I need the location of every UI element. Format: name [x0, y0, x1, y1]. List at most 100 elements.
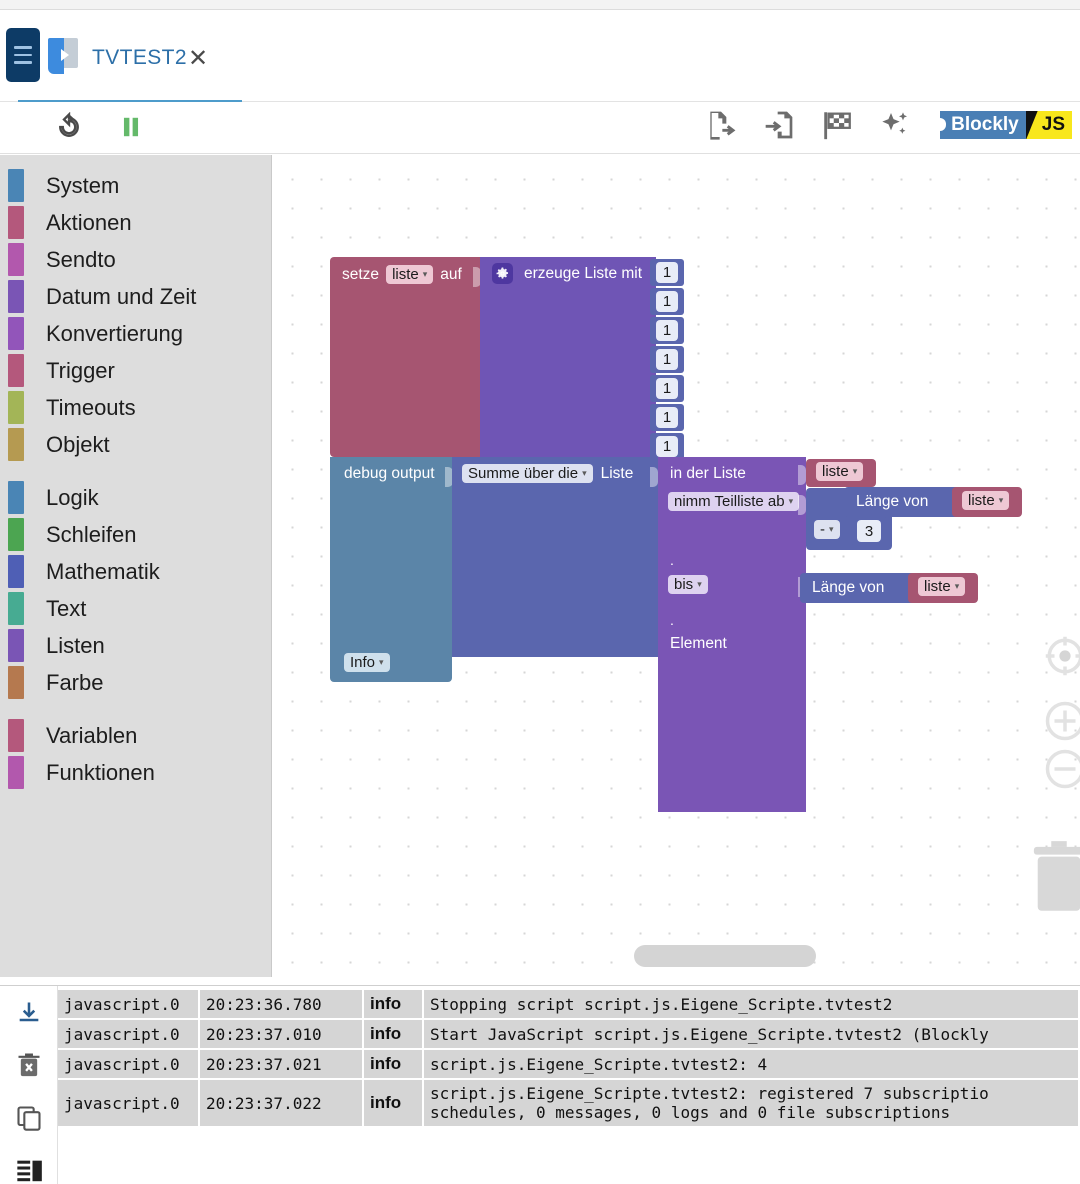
- sidebar-item-text[interactable]: Text: [0, 590, 271, 627]
- close-icon[interactable]: ✕: [186, 47, 210, 72]
- list-math-label: Liste: [600, 464, 634, 482]
- log-message: script.js.Eigene_Scripte.tvtest2: 4: [424, 1050, 1078, 1078]
- sidebar-item-objekt[interactable]: Objekt: [0, 426, 271, 463]
- sidebar-item-farbe[interactable]: Farbe: [0, 664, 271, 701]
- sidebar-item-logik[interactable]: Logik: [0, 479, 271, 516]
- checkered-flag-icon[interactable]: [820, 108, 854, 142]
- block-variable-get[interactable]: liste ▾: [908, 573, 978, 603]
- chevron-down-icon: ▾: [379, 657, 384, 667]
- block-variable-get[interactable]: liste ▾: [806, 459, 876, 487]
- sublist-to-dropdown[interactable]: bis ▾: [668, 575, 708, 594]
- chevron-down-icon: ▾: [852, 466, 858, 476]
- log-layout-icon[interactable]: [13, 1155, 45, 1184]
- log-row[interactable]: javascript.0 20:23:37.022 info script.js…: [58, 1080, 1080, 1126]
- number-value[interactable]: 3: [857, 520, 881, 542]
- sidebar-item-system[interactable]: System: [0, 167, 271, 204]
- sidebar-item-label: Sendto: [46, 246, 116, 272]
- block-number-item[interactable]: 1: [650, 346, 684, 373]
- block-debug-output[interactable]: debug output Info ▾: [330, 457, 453, 682]
- hamburger-icon[interactable]: [6, 28, 40, 82]
- block-number-item[interactable]: 1: [650, 433, 684, 460]
- category-color-swatch: [8, 280, 24, 313]
- sidebar-item-aktionen[interactable]: Aktionen: [0, 204, 271, 241]
- block-create-list[interactable]: erzeuge Liste mit: [480, 257, 656, 457]
- block-number-item[interactable]: 1: [650, 375, 684, 402]
- log-row[interactable]: javascript.0 20:23:37.021 info script.js…: [58, 1050, 1080, 1078]
- log-severity: info: [364, 1050, 422, 1078]
- sidebar-item-schleifen[interactable]: Schleifen: [0, 516, 271, 553]
- sidebar-item-label: System: [46, 172, 120, 198]
- sidebar-item-trigger[interactable]: Trigger: [0, 352, 271, 389]
- sidebar-item-datum-und-zeit[interactable]: Datum und Zeit: [0, 278, 271, 315]
- script-icon[interactable]: [48, 38, 78, 74]
- sidebar-item-konvertierung[interactable]: Konvertierung: [0, 315, 271, 352]
- block-set-variable[interactable]: setze liste ▾ auf: [330, 257, 481, 457]
- sidebar-item-listen[interactable]: Listen: [0, 627, 271, 664]
- export-blocks-icon[interactable]: [704, 108, 738, 142]
- sidebar-item-variablen[interactable]: Variablen: [0, 717, 271, 754]
- number-value[interactable]: 1: [656, 378, 678, 399]
- block-list-length[interactable]: Länge von: [844, 487, 966, 517]
- gear-icon[interactable]: [492, 263, 513, 284]
- block-number-item[interactable]: 1: [650, 259, 684, 286]
- sidebar-item-sendto[interactable]: Sendto: [0, 241, 271, 278]
- log-severity: info: [364, 1080, 422, 1126]
- pause-icon[interactable]: [114, 110, 148, 144]
- sidebar-item-mathematik[interactable]: Mathematik: [0, 553, 271, 590]
- import-blocks-icon[interactable]: [762, 108, 796, 142]
- log-severity: info: [364, 1020, 422, 1048]
- block-number-item[interactable]: 1: [650, 288, 684, 315]
- zoom-out-icon[interactable]: [1044, 748, 1080, 795]
- chevron-down-icon: ▾: [582, 468, 587, 478]
- block-variable-get[interactable]: liste ▾: [952, 487, 1022, 517]
- chevron-down-icon: ▾: [422, 269, 428, 279]
- log-source: javascript.0: [58, 1080, 198, 1126]
- sidebar-item-label: Aktionen: [46, 209, 132, 235]
- list-operation-dropdown[interactable]: Summe über die ▾: [462, 464, 593, 483]
- tab-title[interactable]: TVTEST2: [92, 46, 187, 70]
- number-value[interactable]: 1: [656, 291, 678, 312]
- number-value[interactable]: 1: [656, 262, 678, 283]
- variable-dropdown[interactable]: liste ▾: [386, 265, 434, 284]
- log-row[interactable]: javascript.0 20:23:36.780 info Stopping …: [58, 990, 1080, 1018]
- zoom-in-icon[interactable]: [1044, 700, 1080, 747]
- block-sublist[interactable]: in der Liste nimm Teilliste ab ▾ . bis ▾…: [658, 457, 806, 812]
- trash-icon[interactable]: [1030, 835, 1080, 918]
- block-number-item[interactable]: 1: [650, 404, 684, 431]
- number-value[interactable]: 1: [656, 349, 678, 370]
- copy-log-icon[interactable]: [13, 1103, 45, 1133]
- clear-log-icon[interactable]: [13, 1050, 45, 1080]
- log-message: script.js.Eigene_Scripte.tvtest2: regist…: [424, 1080, 1078, 1126]
- log-timestamp: 20:23:37.010: [200, 1020, 362, 1048]
- number-value[interactable]: 1: [656, 407, 678, 428]
- log-severity: info: [364, 990, 422, 1018]
- category-color-swatch: [8, 391, 24, 424]
- variable-dropdown[interactable]: liste ▾: [918, 577, 966, 596]
- number-value[interactable]: 1: [656, 320, 678, 341]
- sidebar-separator: [0, 463, 271, 479]
- sidebar-item-timeouts[interactable]: Timeouts: [0, 389, 271, 426]
- sparkles-icon[interactable]: [878, 108, 912, 142]
- workspace-horizontal-scrollbar[interactable]: [634, 945, 816, 967]
- sublist-suffix: Element: [670, 635, 727, 652]
- block-number[interactable]: 3: [850, 517, 888, 545]
- variable-dropdown[interactable]: liste ▾: [816, 462, 864, 481]
- variable-dropdown[interactable]: liste ▾: [962, 491, 1010, 510]
- severity-dropdown[interactable]: Info ▾: [344, 653, 390, 672]
- blockly-js-toggle[interactable]: Blockly JS: [940, 111, 1072, 139]
- log-message: Stopping script script.js.Eigene_Scripte…: [424, 990, 1078, 1018]
- log-row[interactable]: javascript.0 20:23:37.010 info Start Jav…: [58, 1020, 1080, 1048]
- sublist-from-dropdown[interactable]: nimm Teilliste ab ▾: [668, 492, 800, 511]
- block-list-math[interactable]: Summe über die ▾ Liste: [452, 457, 658, 657]
- number-value[interactable]: 1: [656, 436, 678, 457]
- download-log-icon[interactable]: [13, 998, 45, 1028]
- center-workspace-icon[interactable]: [1044, 635, 1080, 682]
- block-list-length[interactable]: Länge von: [800, 573, 922, 603]
- sidebar-item-funktionen[interactable]: Funktionen: [0, 754, 271, 791]
- log-source: javascript.0: [58, 1050, 198, 1078]
- block-number-item[interactable]: 1: [650, 317, 684, 344]
- blockly-workspace[interactable]: setze liste ▾ auf erzeuge Liste mit 1 1 …: [272, 155, 1080, 977]
- log-timestamp: 20:23:36.780: [200, 990, 362, 1018]
- restart-icon[interactable]: [52, 110, 86, 144]
- operator-dropdown[interactable]: - ▾: [814, 520, 840, 539]
